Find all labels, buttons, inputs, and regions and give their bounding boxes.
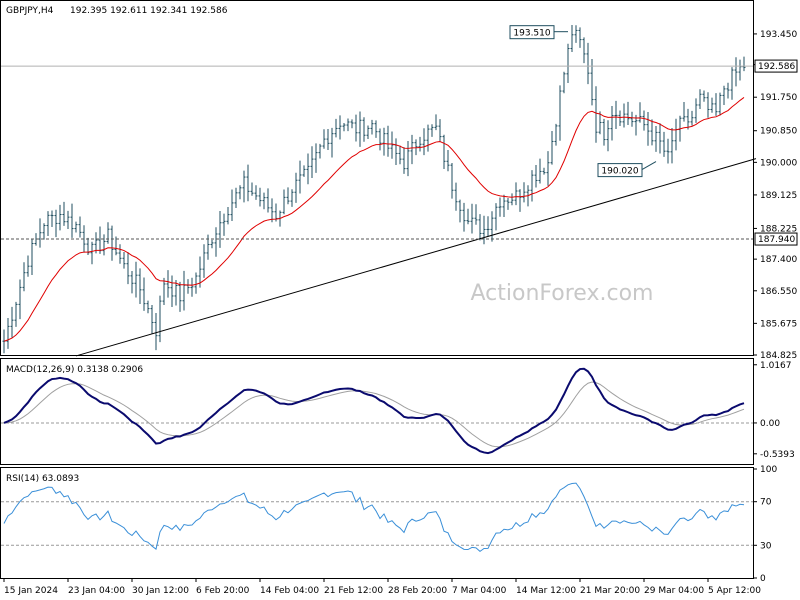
rsi-tick-label: 100 [760,465,777,475]
time-tick-label: 5 Apr 12:00 [708,586,761,596]
time-tick-label: 7 Mar 04:00 [452,586,507,596]
price-tick-label: 184.825 [760,351,797,361]
time-tick-label: 14 Mar 12:00 [516,586,576,596]
time-tick-label: 14 Feb 04:00 [260,586,319,596]
time-tick-label: 30 Jan 12:00 [132,586,189,596]
annotation-label: 190.020 [601,167,638,177]
price-label: 192.586 [758,62,795,72]
macd-tick-label: 0.00 [760,419,780,429]
time-tick-label: 15 Jan 2024 [4,586,58,596]
price-label: 187.940 [758,235,795,245]
rsi-title: RSI(14) 63.0893 [6,474,79,484]
ohlc-values: 192.395 192.611 192.341 192.586 [70,6,228,16]
time-tick-label: 23 Jan 04:00 [68,586,125,596]
price-tick-label: 190.850 [760,127,797,137]
price-tick-label: 189.125 [760,191,797,201]
price-tick-label: 187.400 [760,255,797,265]
chart-canvas: ActionForex.com 193.510 190.020 193.450 19… [0,0,800,600]
price-tick-label: 186.550 [760,287,797,297]
price-tick-label: 193.450 [760,30,797,40]
price-tick-label: 190.000 [760,158,797,168]
price-tick-label: 191.750 [760,93,797,103]
macd-tick-label: -0.5393 [760,450,795,460]
price-tick-label: 185.675 [760,319,797,329]
time-tick-label: 21 Mar 20:00 [580,586,640,596]
time-tick-label: 21 Feb 12:00 [324,586,383,596]
macd-title: MACD(12,26,9) 0.3138 0.2906 [6,365,143,375]
time-tick-label: 6 Feb 20:00 [196,586,250,596]
macd-tick-label: 1.0167 [760,361,792,371]
annotation-label: 193.510 [513,29,550,39]
watermark: ActionForex.com [471,281,654,306]
rsi-tick-label: 30 [760,541,772,551]
rsi-tick-label: 0 [760,574,766,584]
time-tick-label: 29 Mar 04:00 [644,586,704,596]
symbol-title: GBPJPY,H4 [6,6,54,16]
rsi-tick-label: 70 [760,498,772,508]
time-tick-label: 28 Feb 20:00 [388,586,447,596]
